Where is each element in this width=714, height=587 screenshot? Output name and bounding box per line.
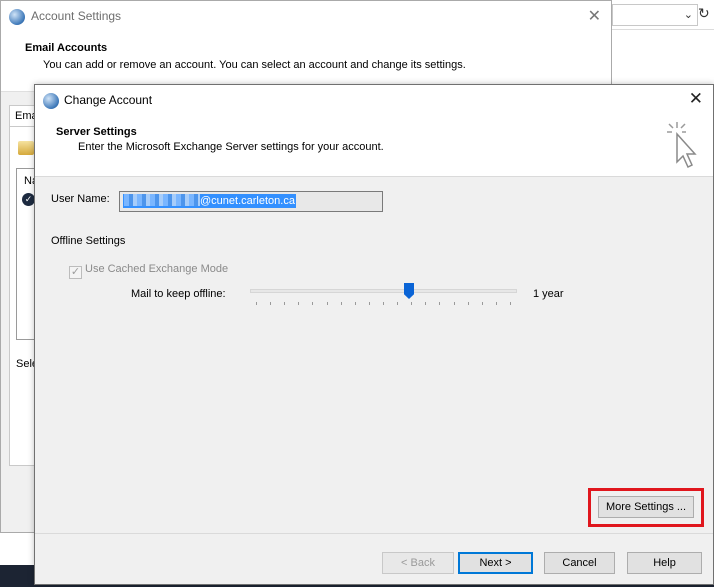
cancel-button[interactable]: Cancel [544,552,615,574]
account-settings-header: Email Accounts You can add or remove an … [1,32,611,92]
change-account-titlebar: Change Account ✕ [35,85,713,116]
server-settings-description: Enter the Microsoft Exchange Server sett… [78,141,384,153]
account-settings-titlebar: Account Settings ✕ [1,1,611,32]
checkbox-check-icon: ✓ [69,266,82,279]
footer-divider [35,533,713,534]
chevron-down-icon: ⌄ [683,9,693,21]
tab-email[interactable]: Ema [9,105,38,127]
server-settings-header: Server Settings Enter the Microsoft Exch… [35,116,713,177]
next-button[interactable]: Next > [458,552,533,574]
user-name-field[interactable]: @cunet.carleton.ca [119,191,383,212]
slider-track [250,289,517,293]
mail-to-keep-offline-value: 1 year [533,288,564,300]
mail-to-keep-offline-slider[interactable] [250,283,517,307]
close-icon[interactable]: ✕ [689,89,703,109]
mail-to-keep-offline-label: Mail to keep offline: [131,288,226,300]
help-button[interactable]: Help [627,552,702,574]
slider-ticks [256,302,511,306]
refresh-icon[interactable]: ↻ [698,5,710,22]
back-button[interactable]: < Back [382,552,454,574]
click-cursor-icon [667,122,697,169]
change-account-dialog: Change Account ✕ Server Settings Enter t… [34,84,714,585]
offline-settings-heading: Offline Settings [51,235,126,247]
use-cached-label: Use Cached Exchange Mode [85,263,229,275]
outlook-globe-icon [9,9,25,25]
browser-dropdown[interactable]: ⌄ [612,4,698,26]
new-account-icon[interactable] [18,141,34,155]
use-cached-exchange-mode-checkbox[interactable]: ✓ Use Cached Exchange Mode [69,263,228,279]
user-name-selection: @cunet.carleton.ca [123,194,296,208]
user-name-label: User Name: [51,193,110,205]
close-icon[interactable]: ✕ [588,6,601,26]
outlook-globe-icon [43,93,59,109]
email-accounts-heading: Email Accounts [25,42,108,54]
change-account-title: Change Account [64,93,153,107]
email-accounts-description: You can add or remove an account. You ca… [43,59,466,71]
more-settings-button[interactable]: More Settings ... [598,496,694,518]
redacted-username [124,194,200,206]
user-name-domain: @cunet.carleton.ca [200,195,295,207]
account-settings-title: Account Settings [31,9,122,23]
server-settings-heading: Server Settings [56,126,137,138]
slider-thumb[interactable] [404,283,414,299]
